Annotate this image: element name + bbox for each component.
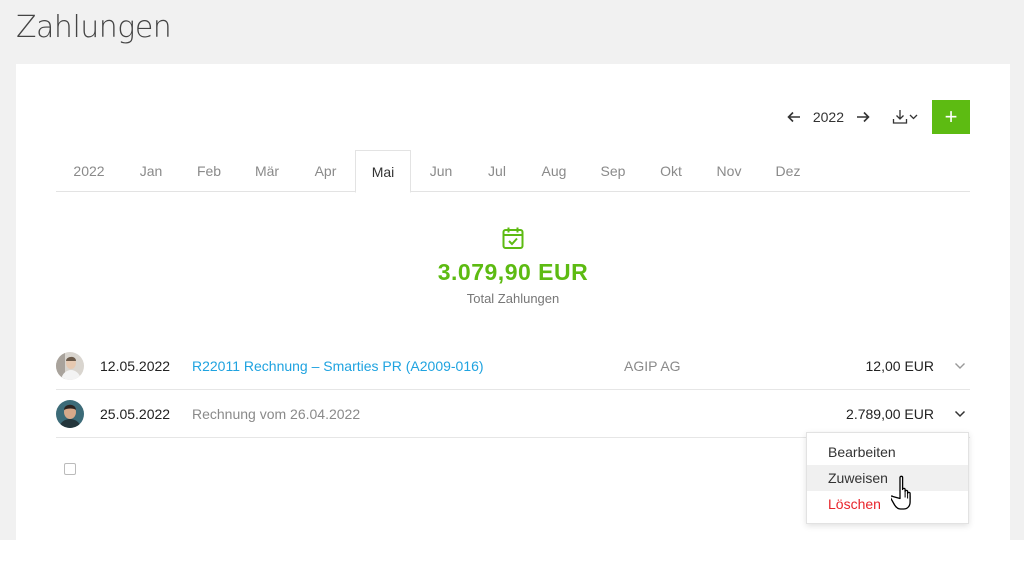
menu-item-edit[interactable]: Bearbeiten	[807, 439, 968, 465]
payment-description-link[interactable]: R22011 Rechnung – Smarties PR (A2009-016…	[192, 358, 624, 374]
table-row[interactable]: 12.05.2022 R22011 Rechnung – Smarties PR…	[56, 342, 970, 390]
tab-mai[interactable]: Mai	[355, 150, 411, 193]
menu-item-delete[interactable]: Löschen	[807, 491, 968, 517]
year-toolbar: 2022 +	[783, 100, 970, 134]
avatar	[56, 399, 84, 428]
menu-item-assign[interactable]: Zuweisen	[807, 465, 968, 491]
add-payment-button[interactable]: +	[932, 100, 970, 134]
table-row[interactable]: 25.05.2022 Rechnung vom 26.04.2022 2.789…	[56, 390, 970, 438]
arrow-left-icon[interactable]	[783, 106, 805, 128]
tab-feb[interactable]: Feb	[180, 150, 238, 192]
tab-aug[interactable]: Aug	[523, 150, 585, 192]
total-amount: 3.079,90 EUR	[437, 259, 589, 285]
tab-year[interactable]: 2022	[56, 150, 122, 192]
total-label: Total Zahlungen	[466, 291, 560, 306]
tab-jun[interactable]: Jun	[411, 150, 471, 192]
payments-summary: 3.079,90 EUR Total Zahlungen	[16, 226, 1010, 306]
chevron-down-icon[interactable]	[950, 404, 970, 424]
tab-dez[interactable]: Dez	[757, 150, 819, 192]
tab-mar[interactable]: Mär	[238, 150, 296, 192]
page-footer-area	[0, 540, 1024, 584]
page-title: Zahlungen	[16, 10, 172, 45]
payment-date: 12.05.2022	[100, 357, 171, 374]
tab-nov[interactable]: Nov	[701, 150, 757, 192]
month-tabs: 2022 Jan Feb Mär Apr Mai Jun Jul Aug Sep…	[56, 150, 970, 193]
arrow-right-icon[interactable]	[852, 106, 874, 128]
row-actions-menu: Bearbeiten Zuweisen Löschen	[806, 432, 969, 524]
avatar	[56, 351, 84, 380]
tab-okt[interactable]: Okt	[641, 150, 701, 192]
tab-apr[interactable]: Apr	[296, 150, 355, 192]
tab-sep[interactable]: Sep	[585, 150, 641, 192]
tab-jul[interactable]: Jul	[471, 150, 523, 192]
download-icon[interactable]	[892, 106, 922, 128]
chevron-down-icon[interactable]	[950, 356, 970, 376]
payments-card: 2022 + 2022 Jan Feb Mär Apr Mai Jun Jul …	[16, 64, 1010, 540]
payment-description: Rechnung vom 26.04.2022	[192, 405, 361, 422]
tab-jan[interactable]: Jan	[122, 150, 180, 192]
payment-party: AGIP AG	[624, 357, 681, 374]
year-label: 2022	[812, 109, 844, 125]
payment-date: 25.05.2022	[100, 405, 171, 422]
select-all-checkbox[interactable]	[64, 463, 76, 475]
payment-amount: 2.789,00 EUR	[846, 405, 934, 422]
calendar-check-icon	[502, 226, 524, 250]
payment-amount: 12,00 EUR	[865, 357, 934, 374]
